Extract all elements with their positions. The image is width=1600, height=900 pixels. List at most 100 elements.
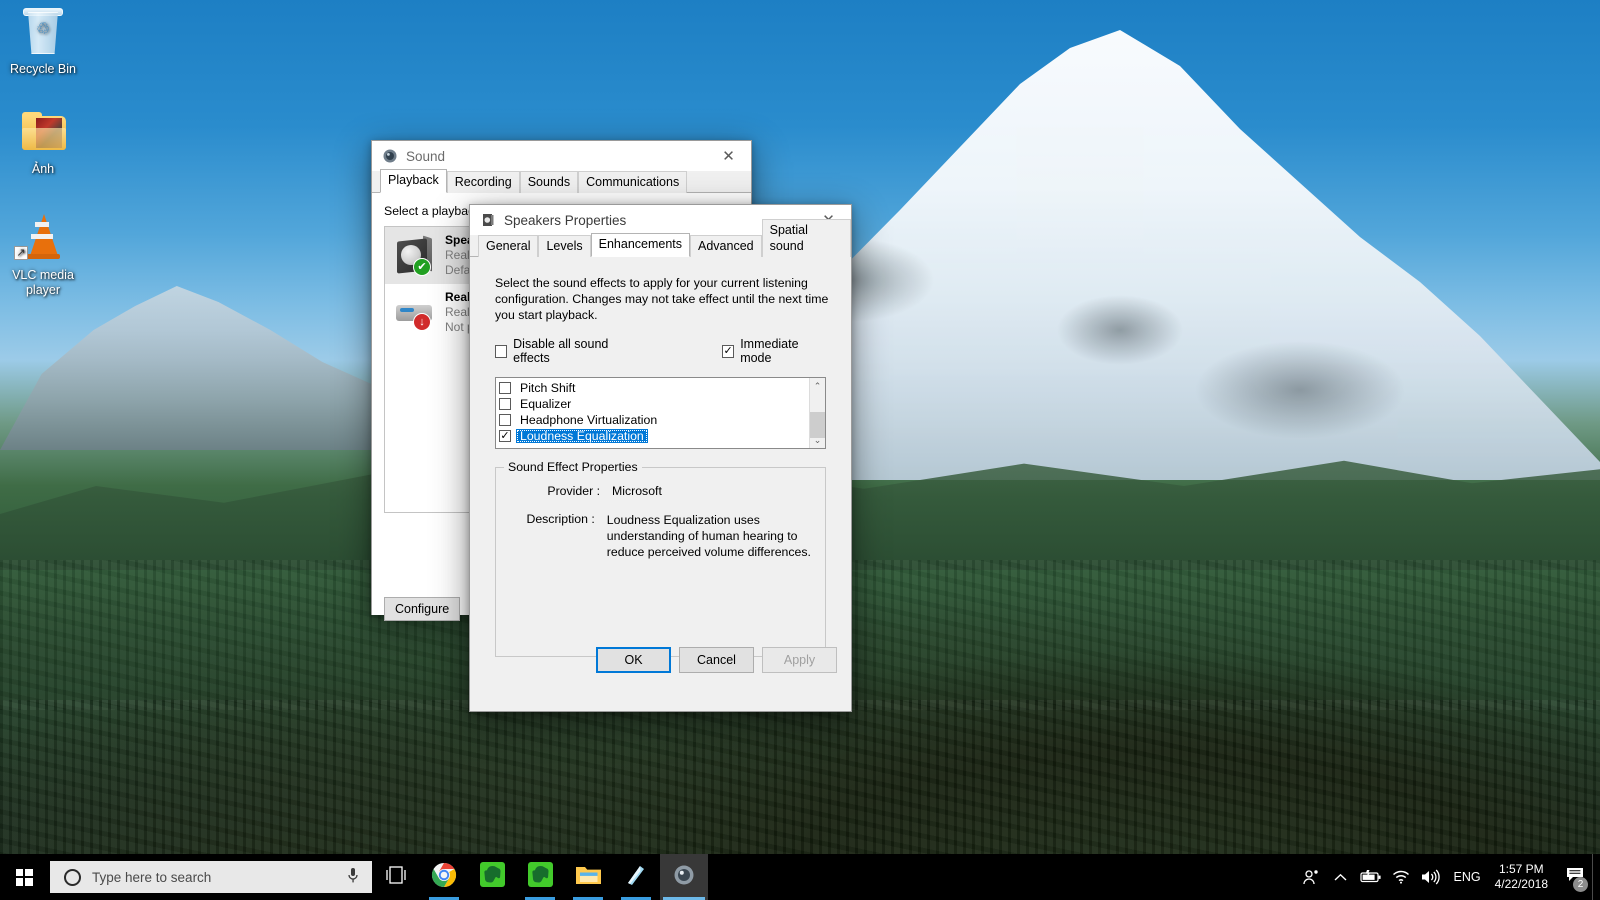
sound-window-tabstrip[interactable]: Playback Recording Sounds Communications — [372, 171, 751, 193]
start-button[interactable] — [0, 854, 48, 900]
clock-time: 1:57 PM — [1495, 862, 1548, 877]
show-desktop-button[interactable] — [1592, 854, 1600, 900]
cancel-button[interactable]: Cancel — [679, 647, 754, 673]
effect-label: Loudness Equalization — [516, 429, 648, 443]
store-icon — [624, 863, 648, 892]
speakers-properties-tabstrip[interactable]: General Levels Enhancements Advanced Spa… — [470, 235, 851, 257]
tab-recording[interactable]: Recording — [447, 171, 520, 193]
desktop-icon-label: Recycle Bin — [10, 62, 76, 76]
disable-all-sound-effects-label: Disable all sound effects — [513, 337, 638, 365]
tab-spatial-sound[interactable]: Spatial sound — [762, 219, 851, 257]
description-label: Description : — [496, 512, 595, 560]
battery-icon[interactable] — [1356, 854, 1386, 900]
effect-label: Headphone Virtualization — [516, 413, 661, 427]
search-input[interactable]: Type here to search — [50, 861, 372, 893]
search-placeholder: Type here to search — [92, 870, 340, 885]
speakers-device-icon: ✔ — [393, 234, 437, 278]
effect-item-equalizer[interactable]: Equalizer — [499, 396, 809, 412]
people-icon[interactable] — [1296, 854, 1326, 900]
effect-item-pitch-shift[interactable]: Pitch Shift — [499, 380, 809, 396]
tab-general[interactable]: General — [478, 235, 538, 257]
not-plugged-badge-icon: ↓ — [413, 313, 431, 331]
immediate-mode-checkbox[interactable]: ✓ Immediate mode — [722, 337, 826, 365]
task-view-icon — [385, 866, 407, 889]
effect-label: Equalizer — [516, 397, 575, 411]
desktop[interactable]: ♲ Recycle Bin Ảnh ↗ VLC media player So — [0, 0, 1600, 900]
clock-date: 4/22/2018 — [1495, 877, 1548, 892]
scroll-up-icon[interactable]: ⌃ — [810, 378, 825, 394]
recycle-bin-icon: ♲ — [0, 8, 86, 58]
sound-effects-list[interactable]: Pitch Shift Equalizer Headphone Virtuali… — [495, 377, 826, 449]
sound-window-title: Sound — [406, 149, 445, 164]
shortcut-arrow-icon: ↗ — [14, 246, 28, 260]
desktop-icon-label-line2: player — [0, 283, 86, 298]
taskbar-app-evernote-2[interactable] — [516, 854, 564, 900]
tab-levels[interactable]: Levels — [538, 235, 590, 257]
checkbox-box[interactable] — [499, 382, 511, 394]
sound-effect-properties-group: Sound Effect Properties Provider : Micro… — [495, 467, 826, 657]
taskbar-app-file-explorer[interactable] — [564, 854, 612, 900]
checkbox-box[interactable] — [499, 414, 511, 426]
apply-button: Apply — [762, 647, 837, 673]
group-legend: Sound Effect Properties — [504, 460, 642, 474]
taskbar-app-store[interactable] — [612, 854, 660, 900]
sound-window-titlebar[interactable]: Sound ✕ — [372, 141, 751, 171]
checkbox-box[interactable] — [499, 398, 511, 410]
speakers-properties-window[interactable]: Speakers Properties ✕ General Levels Enh… — [469, 204, 852, 712]
description-value: Loudness Equalization uses understanding… — [607, 512, 811, 560]
effect-item-loudness-equalization[interactable]: ✓ Loudness Equalization — [499, 428, 809, 444]
input-device-icon: ↓ — [393, 291, 437, 335]
checkbox-box — [495, 345, 507, 358]
effect-item-headphone-virtualization[interactable]: Headphone Virtualization — [499, 412, 809, 428]
dialog-button-bar: OK Cancel Apply — [596, 647, 837, 673]
checkbox-box: ✓ — [722, 345, 734, 358]
evernote-icon — [528, 862, 553, 892]
tab-communications[interactable]: Communications — [578, 171, 687, 193]
tab-enhancements[interactable]: Enhancements — [591, 233, 690, 257]
disable-all-sound-effects-checkbox[interactable]: Disable all sound effects — [495, 337, 638, 365]
taskbar-app-chrome[interactable] — [420, 854, 468, 900]
cortana-circle-icon — [64, 869, 81, 886]
desktop-icon-vlc[interactable]: ↗ VLC media player — [0, 212, 86, 298]
chrome-icon — [431, 862, 457, 893]
provider-label: Provider : — [496, 484, 600, 498]
tab-playback[interactable]: Playback — [380, 169, 447, 193]
effect-label: Pitch Shift — [516, 381, 579, 395]
evernote-icon — [480, 862, 505, 892]
sound-window-close-button[interactable]: ✕ — [706, 141, 751, 171]
enhancements-description: Select the sound effects to apply for yo… — [495, 275, 829, 323]
desktop-icon-anh-folder[interactable]: Ảnh — [0, 108, 86, 177]
desktop-icon-label: Ảnh — [32, 162, 54, 176]
action-center-button[interactable]: 2 — [1558, 854, 1592, 900]
taskbar[interactable]: Type here to search — [0, 854, 1600, 900]
clock[interactable]: 1:57 PM 4/22/2018 — [1489, 862, 1558, 892]
folder-pictures-icon — [0, 108, 86, 158]
desktop-icon-label-line1: VLC media — [0, 268, 86, 283]
wifi-icon[interactable] — [1386, 854, 1416, 900]
effects-list-scrollbar[interactable]: ⌃ ⌄ — [809, 378, 825, 448]
speakers-properties-title: Speakers Properties — [504, 213, 626, 228]
default-device-check-icon: ✔ — [413, 258, 431, 276]
sound-icon — [672, 863, 696, 892]
tab-advanced[interactable]: Advanced — [690, 235, 762, 257]
desktop-icon-recycle-bin[interactable]: ♲ Recycle Bin — [0, 8, 86, 77]
provider-value: Microsoft — [612, 484, 662, 498]
taskbar-app-sound[interactable] — [660, 854, 708, 900]
microphone-icon[interactable] — [340, 867, 366, 887]
immediate-mode-label: Immediate mode — [740, 337, 826, 365]
volume-icon[interactable] — [1416, 854, 1446, 900]
chevron-up-icon[interactable] — [1326, 854, 1356, 900]
taskbar-app-evernote-1[interactable] — [468, 854, 516, 900]
language-indicator[interactable]: ENG — [1446, 870, 1489, 884]
tab-sounds[interactable]: Sounds — [520, 171, 578, 193]
ok-button[interactable]: OK — [596, 647, 671, 673]
windows-logo-icon — [16, 869, 33, 886]
system-tray[interactable]: ENG 1:57 PM 4/22/2018 2 — [1296, 854, 1600, 900]
scroll-down-icon[interactable]: ⌄ — [810, 432, 825, 448]
configure-button[interactable]: Configure — [384, 597, 460, 621]
speaker-properties-icon — [480, 212, 496, 228]
task-view-button[interactable] — [372, 854, 420, 900]
checkbox-box[interactable]: ✓ — [499, 430, 511, 442]
speaker-icon — [382, 148, 398, 164]
enhancements-tab-panel: Select the sound effects to apply for yo… — [470, 275, 851, 687]
